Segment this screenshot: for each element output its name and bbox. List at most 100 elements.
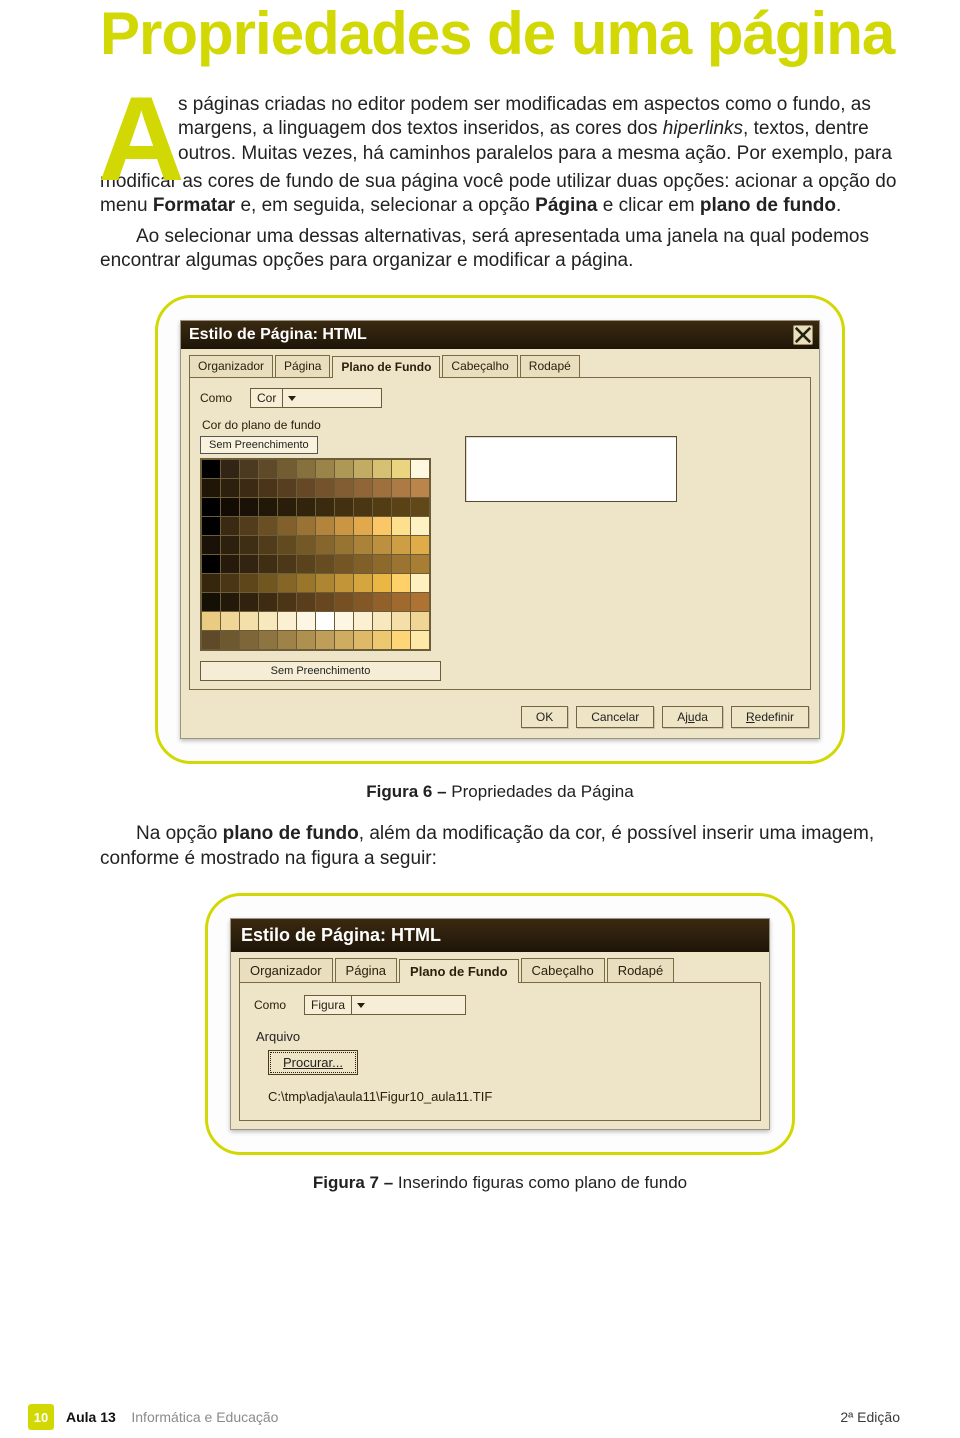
color-swatch[interactable] bbox=[240, 631, 258, 649]
color-swatch[interactable] bbox=[373, 479, 391, 497]
color-swatch[interactable] bbox=[316, 593, 334, 611]
color-swatch[interactable] bbox=[240, 536, 258, 554]
color-swatch[interactable] bbox=[411, 536, 429, 554]
color-swatch[interactable] bbox=[411, 593, 429, 611]
color-swatch[interactable] bbox=[335, 555, 353, 573]
color-swatch[interactable] bbox=[297, 612, 315, 630]
color-swatch[interactable] bbox=[202, 574, 220, 592]
color-swatch[interactable] bbox=[221, 517, 239, 535]
color-swatch[interactable] bbox=[411, 555, 429, 573]
tab2-organizador[interactable]: Organizador bbox=[239, 958, 333, 982]
color-swatch[interactable] bbox=[259, 536, 277, 554]
color-palette[interactable] bbox=[200, 458, 431, 651]
color-swatch[interactable] bbox=[335, 574, 353, 592]
color-swatch[interactable] bbox=[259, 479, 277, 497]
color-swatch[interactable] bbox=[240, 460, 258, 478]
tab2-plano-de-fundo[interactable]: Plano de Fundo bbox=[399, 959, 519, 983]
color-swatch[interactable] bbox=[259, 612, 277, 630]
color-swatch[interactable] bbox=[221, 593, 239, 611]
color-swatch[interactable] bbox=[373, 555, 391, 573]
color-swatch[interactable] bbox=[392, 612, 410, 630]
color-swatch[interactable] bbox=[278, 574, 296, 592]
color-swatch[interactable] bbox=[240, 479, 258, 497]
color-swatch[interactable] bbox=[278, 536, 296, 554]
tab-organizador[interactable]: Organizador bbox=[189, 355, 273, 377]
color-swatch[interactable] bbox=[202, 479, 220, 497]
color-swatch[interactable] bbox=[411, 498, 429, 516]
color-swatch[interactable] bbox=[354, 517, 372, 535]
color-swatch[interactable] bbox=[202, 593, 220, 611]
color-swatch[interactable] bbox=[259, 555, 277, 573]
color-swatch[interactable] bbox=[221, 479, 239, 497]
color-swatch[interactable] bbox=[297, 631, 315, 649]
color-swatch[interactable] bbox=[392, 460, 410, 478]
como-combo-2[interactable]: Figura bbox=[304, 995, 466, 1015]
color-swatch[interactable] bbox=[240, 574, 258, 592]
color-swatch[interactable] bbox=[335, 631, 353, 649]
color-swatch[interactable] bbox=[392, 555, 410, 573]
color-swatch[interactable] bbox=[221, 536, 239, 554]
color-swatch[interactable] bbox=[221, 555, 239, 573]
color-swatch[interactable] bbox=[259, 574, 277, 592]
color-swatch[interactable] bbox=[411, 612, 429, 630]
color-swatch[interactable] bbox=[373, 517, 391, 535]
color-swatch[interactable] bbox=[373, 631, 391, 649]
color-swatch[interactable] bbox=[221, 631, 239, 649]
color-swatch[interactable] bbox=[202, 631, 220, 649]
color-swatch[interactable] bbox=[373, 612, 391, 630]
color-swatch[interactable] bbox=[278, 517, 296, 535]
color-swatch[interactable] bbox=[297, 593, 315, 611]
color-swatch[interactable] bbox=[221, 498, 239, 516]
color-swatch[interactable] bbox=[202, 517, 220, 535]
color-swatch[interactable] bbox=[335, 460, 353, 478]
color-swatch[interactable] bbox=[240, 612, 258, 630]
color-swatch[interactable] bbox=[259, 517, 277, 535]
color-swatch[interactable] bbox=[373, 498, 391, 516]
color-swatch[interactable] bbox=[392, 631, 410, 649]
color-swatch[interactable] bbox=[316, 612, 334, 630]
color-swatch[interactable] bbox=[278, 631, 296, 649]
color-swatch[interactable] bbox=[297, 517, 315, 535]
color-swatch[interactable] bbox=[297, 555, 315, 573]
color-swatch[interactable] bbox=[335, 536, 353, 554]
color-swatch[interactable] bbox=[335, 612, 353, 630]
color-swatch[interactable] bbox=[373, 460, 391, 478]
color-swatch[interactable] bbox=[354, 555, 372, 573]
tab2-pagina[interactable]: Página bbox=[335, 958, 397, 982]
color-swatch[interactable] bbox=[354, 536, 372, 554]
color-swatch[interactable] bbox=[411, 517, 429, 535]
color-swatch[interactable] bbox=[278, 612, 296, 630]
color-swatch[interactable] bbox=[335, 517, 353, 535]
color-swatch[interactable] bbox=[259, 460, 277, 478]
color-swatch[interactable] bbox=[316, 536, 334, 554]
tab-rodape[interactable]: Rodapé bbox=[520, 355, 580, 377]
ok-button[interactable]: OK bbox=[521, 706, 568, 728]
color-swatch[interactable] bbox=[411, 479, 429, 497]
procurar-button[interactable]: Procurar... bbox=[268, 1050, 358, 1075]
color-swatch[interactable] bbox=[202, 460, 220, 478]
color-swatch[interactable] bbox=[259, 498, 277, 516]
color-swatch[interactable] bbox=[373, 536, 391, 554]
color-swatch[interactable] bbox=[354, 498, 372, 516]
color-swatch[interactable] bbox=[354, 631, 372, 649]
color-swatch[interactable] bbox=[354, 460, 372, 478]
color-swatch[interactable] bbox=[297, 498, 315, 516]
color-swatch[interactable] bbox=[316, 498, 334, 516]
color-swatch[interactable] bbox=[411, 631, 429, 649]
tab-cabecalho[interactable]: Cabeçalho bbox=[442, 355, 517, 377]
color-swatch[interactable] bbox=[392, 593, 410, 611]
redefine-button[interactable]: Redefinir bbox=[731, 706, 809, 728]
tab-pagina[interactable]: Página bbox=[275, 355, 330, 377]
color-swatch[interactable] bbox=[335, 593, 353, 611]
color-swatch[interactable] bbox=[316, 479, 334, 497]
color-swatch[interactable] bbox=[316, 631, 334, 649]
color-swatch[interactable] bbox=[297, 574, 315, 592]
color-swatch[interactable] bbox=[202, 498, 220, 516]
color-swatch[interactable] bbox=[202, 536, 220, 554]
color-swatch[interactable] bbox=[221, 612, 239, 630]
color-swatch[interactable] bbox=[392, 517, 410, 535]
color-swatch[interactable] bbox=[316, 460, 334, 478]
color-swatch[interactable] bbox=[221, 574, 239, 592]
color-swatch[interactable] bbox=[354, 574, 372, 592]
color-swatch[interactable] bbox=[392, 479, 410, 497]
